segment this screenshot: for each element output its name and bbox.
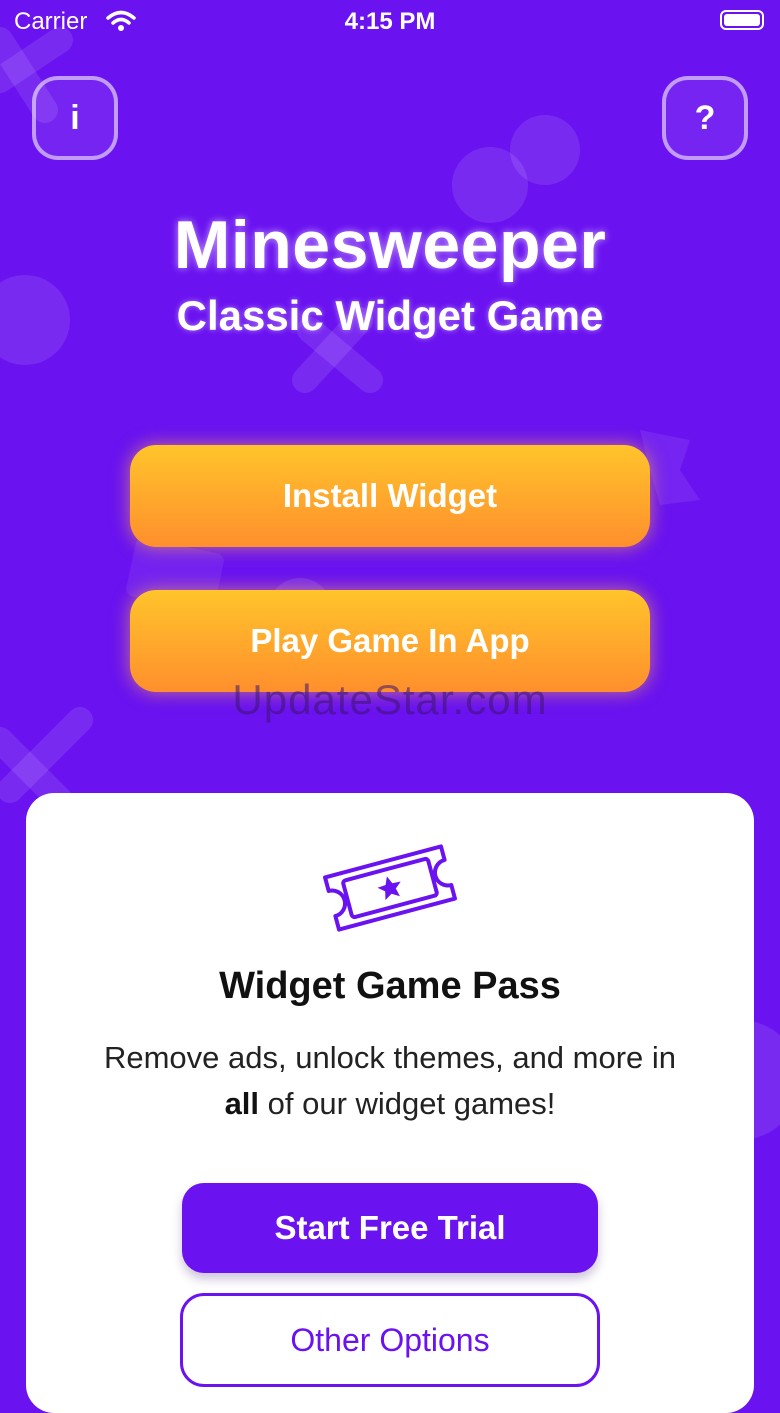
game-pass-description: Remove ads, unlock themes, and more in a…	[56, 1035, 724, 1127]
description-rest: of our widget games!	[259, 1086, 556, 1121]
start-free-trial-button[interactable]: Start Free Trial	[182, 1183, 598, 1273]
other-options-button[interactable]: Other Options	[180, 1293, 600, 1387]
game-pass-card: Widget Game Pass Remove ads, unlock them…	[26, 793, 754, 1413]
other-options-label: Other Options	[290, 1321, 490, 1358]
watermark: UpdateStar.com	[232, 676, 548, 723]
ticket-star-icon	[323, 844, 457, 932]
help-button[interactable]: ?	[662, 76, 748, 160]
clock: 4:15 PM	[344, 8, 436, 35]
status-bar: Carrier 4:15 PM	[0, 0, 780, 44]
start-free-trial-label: Start Free Trial	[274, 1209, 506, 1246]
app-title: Minesweeper	[173, 207, 607, 283]
help-icon: ?	[694, 98, 716, 137]
install-widget-button[interactable]: Install Widget	[130, 445, 650, 547]
install-widget-label: Install Widget	[282, 477, 498, 514]
game-pass-title: Widget Game Pass	[219, 965, 561, 1007]
info-button[interactable]: i	[32, 76, 118, 160]
description-emphasis: all	[224, 1086, 260, 1121]
app-subtitle: Classic Widget Game	[176, 292, 604, 339]
description-line: Remove ads, unlock themes, and more in	[103, 1040, 677, 1075]
battery-icon	[720, 10, 764, 30]
info-icon: i	[70, 98, 80, 137]
play-game-label: Play Game In App	[250, 622, 530, 659]
